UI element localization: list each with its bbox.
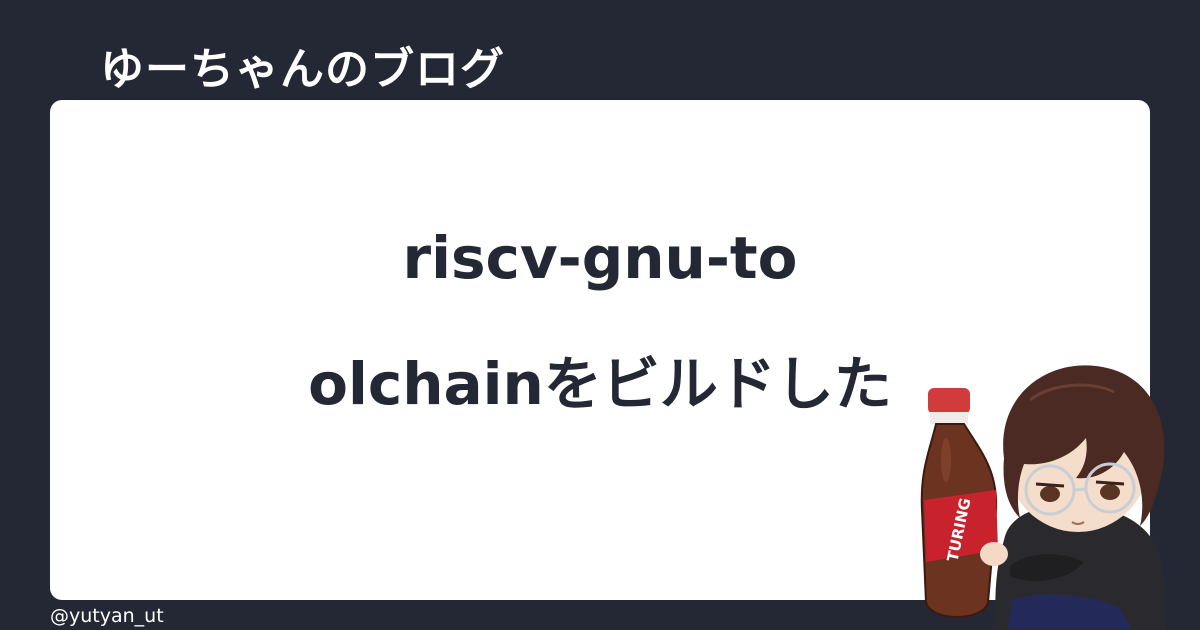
blog-name: ゆーちゃんのブログ — [100, 44, 505, 95]
article-title-line-1: riscv-gnu-to — [402, 224, 798, 292]
og-card: ゆーちゃんのブログ riscv-gnu-to olchainをビルドした TUR… — [0, 0, 1200, 630]
mascot-illustration: TURING — [920, 365, 1166, 630]
character — [980, 365, 1166, 630]
soda-bottle: TURING — [920, 388, 998, 618]
article-title-line-2: olchainをビルドした — [308, 350, 892, 418]
author-handle: @yutyan_ut — [50, 605, 164, 627]
article-title: riscv-gnu-to olchainをビルドした — [200, 195, 1000, 447]
